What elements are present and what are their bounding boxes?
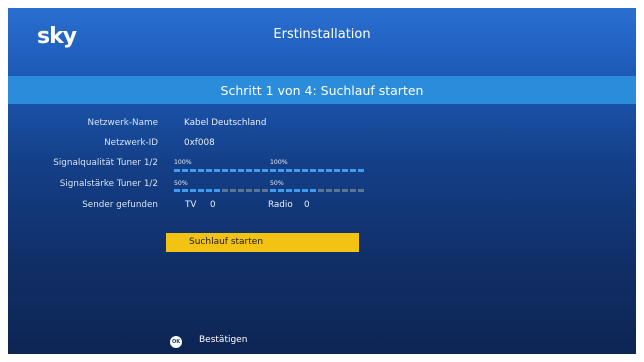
signal-bar-segment — [174, 189, 180, 192]
signal-bar-segment — [342, 189, 348, 192]
signal-strength-tuner1-percent: 50% — [174, 180, 188, 187]
network-id-label: Netzwerk-ID — [104, 138, 158, 148]
signal-bar-segment — [238, 189, 244, 192]
signal-strength-tuner2-percent: 50% — [270, 180, 284, 187]
network-id-value: 0xf008 — [184, 138, 215, 148]
signal-bar-segment — [214, 169, 220, 172]
network-name-value: Kabel Deutschland — [184, 118, 267, 128]
signal-bar-segment — [206, 169, 212, 172]
radio-count: 0 — [304, 200, 310, 210]
signal-bar-segment — [278, 189, 284, 192]
signal-quality-tuner2-bar — [270, 169, 364, 172]
step-title: Schritt 1 von 4: Suchlauf starten — [220, 83, 424, 98]
tv-count: 0 — [210, 200, 216, 210]
signal-bar-segment — [334, 189, 340, 192]
signal-bar-segment — [318, 189, 324, 192]
tv-screen: sky Erstinstallation Schritt 1 von 4: Su… — [8, 8, 636, 354]
signal-bar-segment — [350, 169, 356, 172]
signal-bar-segment — [198, 189, 204, 192]
signal-quality-tuner1-bar — [174, 169, 268, 172]
signal-bar-segment — [326, 189, 332, 192]
signal-strength-label: Signalstärke Tuner 1/2 — [59, 179, 158, 189]
signal-bar-segment — [286, 189, 292, 192]
radio-label: Radio — [268, 200, 293, 210]
start-scan-label: Suchlauf starten — [189, 237, 264, 247]
signal-bar-segment — [278, 169, 284, 172]
signal-bar-segment — [262, 169, 268, 172]
signal-bar-segment — [190, 189, 196, 192]
signal-bar-segment — [302, 169, 308, 172]
signal-bar-segment — [246, 189, 252, 192]
ok-button-icon: OK — [170, 336, 182, 348]
signal-bar-segment — [246, 169, 252, 172]
signal-bar-segment — [270, 169, 276, 172]
signal-bar-segment — [254, 189, 260, 192]
signal-bar-segment — [326, 169, 332, 172]
network-name-label: Netzwerk-Name — [87, 118, 158, 128]
signal-bar-segment — [342, 169, 348, 172]
signal-bar-segment — [182, 189, 188, 192]
signal-bar-segment — [350, 189, 356, 192]
signal-bar-segment — [310, 189, 316, 192]
signal-quality-tuner2-percent: 100% — [270, 159, 288, 166]
signal-strength-tuner2-bar — [270, 189, 364, 192]
tv-label: TV — [185, 200, 197, 210]
signal-bar-segment — [294, 189, 300, 192]
signal-bar-segment — [302, 189, 308, 192]
signal-bar-segment — [238, 169, 244, 172]
signal-bar-segment — [206, 189, 212, 192]
signal-bar-segment — [254, 169, 260, 172]
signal-bar-segment — [174, 169, 180, 172]
signal-bar-segment — [222, 189, 228, 192]
signal-quality-label: Signalqualität Tuner 1/2 — [53, 158, 158, 168]
signal-bar-segment — [198, 169, 204, 172]
signal-bar-segment — [270, 189, 276, 192]
signal-bar-segment — [358, 189, 364, 192]
channels-found-label: Sender gefunden — [82, 200, 158, 210]
signal-bar-segment — [182, 169, 188, 172]
signal-bar-segment — [310, 169, 316, 172]
signal-bar-segment — [334, 169, 340, 172]
signal-bar-segment — [286, 169, 292, 172]
signal-bar-segment — [230, 169, 236, 172]
signal-quality-tuner1-percent: 100% — [174, 159, 192, 166]
signal-bar-segment — [318, 169, 324, 172]
signal-bar-segment — [190, 169, 196, 172]
page-title: Erstinstallation — [273, 27, 371, 42]
signal-bar-segment — [214, 189, 220, 192]
signal-bar-segment — [230, 189, 236, 192]
signal-bar-segment — [294, 169, 300, 172]
signal-bar-segment — [262, 189, 268, 192]
signal-strength-tuner1-bar — [174, 189, 268, 192]
confirm-label: Bestätigen — [199, 335, 248, 345]
signal-bar-segment — [222, 169, 228, 172]
signal-bar-segment — [358, 169, 364, 172]
start-scan-button[interactable]: Suchlauf starten — [166, 233, 359, 252]
